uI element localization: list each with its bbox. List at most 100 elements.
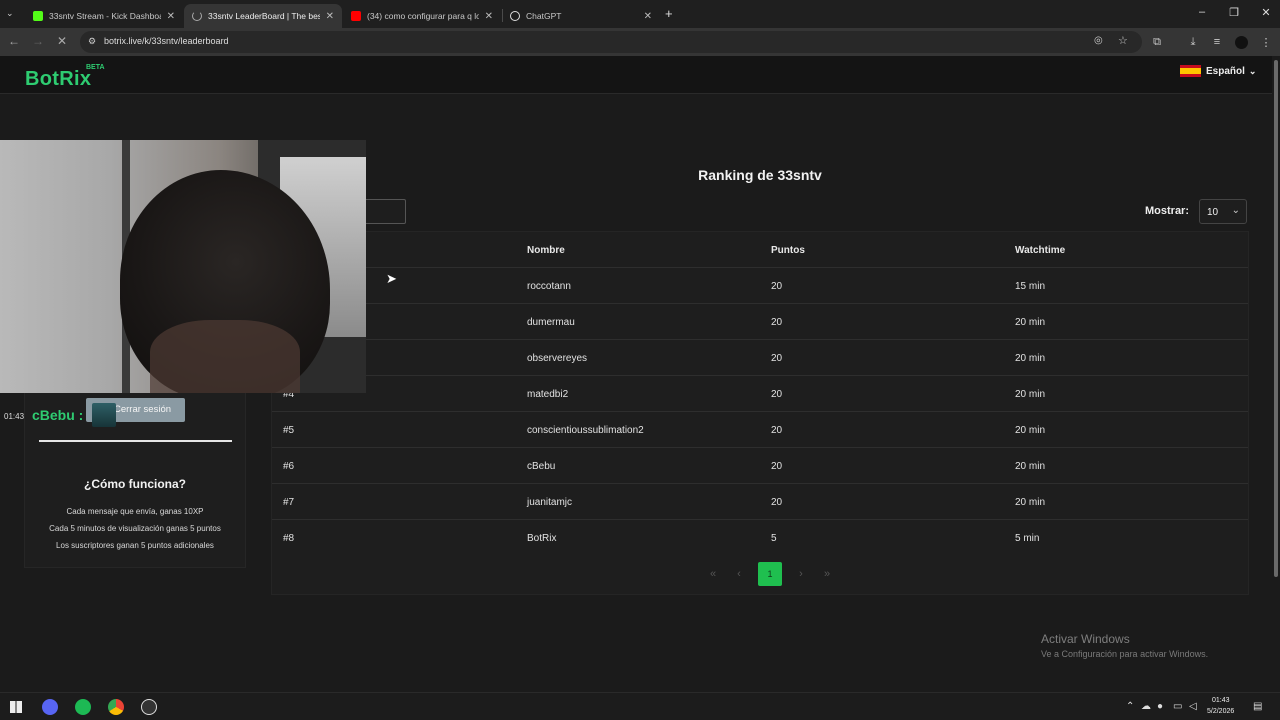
discord-icon[interactable]	[42, 699, 58, 715]
bookmark-star-icon[interactable]: ☆	[1118, 34, 1128, 47]
how-it-works-line: Cada 5 minutos de visualización ganas 5 …	[49, 524, 221, 533]
next-page-icon[interactable]: ›	[794, 568, 808, 580]
last-page-icon[interactable]: »	[820, 568, 834, 580]
extensions-icon[interactable]: ⧉	[1150, 36, 1164, 49]
table-row: roccotann 20 15 min	[272, 267, 1248, 303]
minimize-icon[interactable]: –	[1192, 6, 1212, 18]
watchtime-cell: 20 min	[1015, 461, 1046, 472]
browser-tab-chatgpt[interactable]: ChatGPT ✕	[502, 4, 660, 28]
close-window-icon[interactable]: ✕	[1256, 6, 1276, 19]
points-cell: 20	[771, 461, 783, 472]
show-label: Mostrar:	[1145, 205, 1190, 217]
watchtime-cell: 20 min	[1015, 353, 1046, 364]
windows-start-icon[interactable]	[10, 701, 22, 713]
table-row: observereyes 20 20 min	[272, 339, 1248, 375]
botrix-logo[interactable]: BotRix	[25, 68, 91, 91]
chatgpt-favicon-icon	[510, 11, 520, 21]
column-header-watchtime[interactable]: Watchtime	[1015, 245, 1065, 256]
site-info-icon[interactable]: ⚙	[88, 36, 96, 47]
name-cell: juanitamjc	[527, 497, 573, 508]
forward-icon[interactable]: →	[30, 34, 46, 48]
name-cell: BotRix	[527, 533, 557, 544]
name-cell: observereyes	[527, 353, 588, 364]
browser-tab-strip: ⌄ 33sntv Stream - Kick Dashboard ✕ 33snt…	[0, 0, 1280, 28]
new-tab-icon[interactable]: +	[665, 6, 673, 21]
volume-icon[interactable]: ◁	[1189, 701, 1197, 712]
tab-label: ChatGPT	[526, 11, 562, 21]
column-header-name[interactable]: Nombre	[527, 245, 565, 256]
points-cell: 20	[771, 353, 783, 364]
avatar	[92, 403, 116, 427]
stop-loading-icon[interactable]: ✕	[54, 34, 70, 48]
table-row: #4 matedbi2 20 20 min	[272, 375, 1248, 411]
menu-dots-icon[interactable]: ⋮	[1259, 36, 1273, 49]
divider	[39, 440, 232, 442]
prev-page-icon[interactable]: ‹	[732, 568, 746, 580]
clock-time[interactable]: 01:43	[1212, 697, 1230, 704]
watchtime-cell: 20 min	[1015, 497, 1046, 508]
table-row: #7 juanitamjc 20 20 min	[272, 483, 1248, 519]
watchtime-cell: 20 min	[1015, 425, 1046, 436]
download-icon[interactable]: ⤓	[1186, 36, 1200, 49]
site-header: BotRix BETA Español ⌄	[0, 56, 1280, 94]
tab-close-icon[interactable]: ✕	[485, 11, 493, 22]
watchtime-cell: 5 min	[1015, 533, 1040, 544]
back-icon[interactable]: ←	[6, 34, 22, 48]
table-row: #6 cBebu 20 20 min	[272, 447, 1248, 483]
maximize-icon[interactable]: ❐	[1224, 6, 1244, 19]
name-cell: dumermau	[527, 317, 575, 328]
scrollbar-thumb[interactable]	[1274, 60, 1278, 577]
obs-icon[interactable]	[141, 699, 157, 715]
table-row: #5 conscientioussublimation2 20 20 min	[272, 411, 1248, 447]
tab-label: (34) como configurar para q lo	[367, 11, 479, 21]
page-1-button[interactable]: 1	[758, 562, 782, 586]
name-cell: cBebu	[527, 461, 556, 472]
table-row: dumermau 20 20 min	[272, 303, 1248, 339]
leaderboard-table: Nombre Puntos Watchtime roccotann 20 15 …	[271, 231, 1249, 595]
first-page-icon[interactable]: «	[706, 568, 720, 580]
profile-avatar[interactable]	[1235, 36, 1248, 49]
notifications-icon[interactable]: ▤	[1253, 701, 1262, 712]
chrome-icon[interactable]	[108, 699, 124, 715]
browser-tab-kick[interactable]: 33sntv Stream - Kick Dashboard ✕	[25, 4, 183, 28]
media-control-icon[interactable]: ≡	[1210, 36, 1224, 48]
browser-tab-youtube[interactable]: (34) como configurar para q lo ✕	[343, 4, 501, 28]
page-size-select[interactable]: 10 ⌄	[1199, 199, 1247, 224]
windows-activation-subtitle: Ve a Configuración para activar Windows.	[1041, 649, 1209, 659]
column-header-points[interactable]: Puntos	[771, 245, 805, 256]
chevron-up-icon[interactable]: ⌃	[1126, 701, 1134, 712]
watchtime-cell: 20 min	[1015, 317, 1046, 328]
cloud-icon[interactable]: ☁	[1141, 701, 1151, 712]
tab-label: 33sntv LeaderBoard | The best	[208, 11, 320, 21]
points-cell: 20	[771, 281, 783, 292]
rank-cell: #5	[283, 425, 295, 436]
eye-off-icon[interactable]: ◎	[1094, 35, 1103, 46]
windows-activation-title: Activar Windows	[1041, 632, 1130, 646]
language-label: Español	[1206, 65, 1245, 77]
youtube-favicon-icon	[351, 11, 361, 21]
microphone-icon[interactable]: ●	[1157, 701, 1163, 712]
tab-close-icon[interactable]: ✕	[644, 11, 652, 22]
clock-date[interactable]: 5/2/2026	[1207, 708, 1234, 715]
browser-tab-leaderboard[interactable]: 33sntv LeaderBoard | The best ✕	[184, 4, 342, 28]
rank-cell: #6	[283, 461, 295, 472]
tab-close-icon[interactable]: ✕	[167, 11, 175, 22]
points-cell: 5	[771, 533, 777, 544]
spain-flag-icon	[1180, 65, 1201, 77]
watchtime-cell: 20 min	[1015, 389, 1046, 400]
how-it-works-title: ¿Cómo funciona?	[84, 477, 186, 491]
chevron-down-icon: ⌄	[1248, 65, 1257, 76]
name-cell: conscientioussublimation2	[527, 425, 644, 436]
name-cell: roccotann	[527, 281, 571, 292]
tab-close-icon[interactable]: ✕	[326, 11, 334, 22]
address-bar[interactable]: ⚙ botrix.live/k/33sntv/leaderboard ◎ ☆	[80, 31, 1142, 53]
spotify-icon[interactable]	[75, 699, 91, 715]
language-selector[interactable]: Español ⌄	[1180, 65, 1256, 77]
loading-spinner-icon	[192, 11, 202, 21]
beta-badge: BETA	[86, 64, 105, 71]
webcam-person-face	[150, 320, 300, 393]
network-icon[interactable]: ▭	[1173, 701, 1182, 712]
tab-search-chevron-icon[interactable]: ⌄	[6, 8, 14, 19]
url-text[interactable]: botrix.live/k/33sntv/leaderboard	[104, 36, 229, 46]
how-it-works-line: Cada mensaje que envía, ganas 10XP	[66, 507, 204, 516]
